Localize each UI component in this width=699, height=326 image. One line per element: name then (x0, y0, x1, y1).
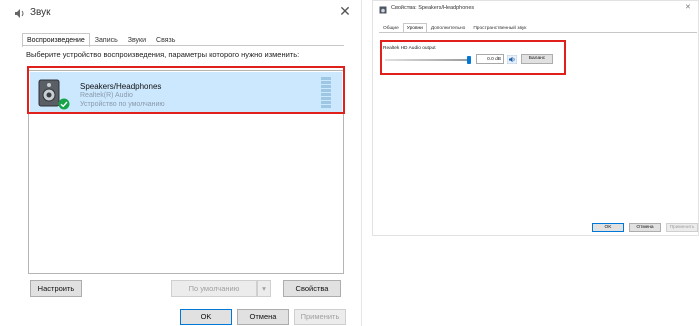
device-driver: Realtek(R) Audio (80, 92, 133, 99)
close-icon[interactable]: ✕ (338, 4, 352, 18)
instruction-text: Выберите устройство воспроизведения, пар… (26, 50, 300, 59)
set-default-button[interactable]: По умолчанию (171, 280, 257, 297)
cancel-button[interactable]: Отмена (629, 223, 661, 232)
ok-button[interactable]: OK (592, 223, 624, 232)
mute-speaker-icon[interactable] (507, 55, 517, 64)
device-name: Speakers/Headphones (80, 82, 162, 91)
volume-slider[interactable] (385, 56, 471, 64)
speaker-app-icon (15, 9, 24, 18)
configure-button[interactable]: Настроить (30, 280, 82, 297)
apply-button[interactable]: Применить (666, 223, 698, 232)
slider-track (385, 59, 471, 61)
title-bar: Звук ✕ (0, 0, 362, 26)
cancel-button[interactable]: Отмена (237, 309, 289, 325)
default-check-icon (58, 98, 70, 110)
window-title: Свойства: Speakers/Headphones (391, 5, 475, 11)
sound-dialog: Звук ✕ Воспроизведение Запись Звуки Связ… (0, 0, 362, 326)
tab-divider (22, 45, 344, 46)
slider-thumb[interactable] (467, 56, 471, 64)
chevron-down-icon[interactable]: ▾ (257, 280, 271, 297)
close-icon[interactable]: ✕ (685, 3, 691, 11)
ok-button[interactable]: OK (180, 309, 232, 325)
device-status: Устройство по умолчанию (80, 101, 165, 108)
output-level-label: Realtek HD Audio output (383, 46, 436, 51)
properties-dialog: Свойства: Speakers/Headphones ✕ Общие Ур… (372, 0, 699, 236)
balance-button[interactable]: Баланс (521, 54, 553, 64)
level-value-field[interactable]: 0.0 dB (476, 54, 504, 64)
window-title: Звук (30, 7, 51, 18)
apply-button[interactable]: Применить (294, 309, 346, 325)
speaker-app-icon (379, 6, 387, 14)
properties-button[interactable]: Свойства (283, 280, 341, 297)
level-meter (321, 77, 331, 108)
tab-divider (379, 32, 697, 33)
device-list[interactable]: Speakers/Headphones Realtek(R) Audio Уст… (28, 70, 344, 274)
device-item-speakers[interactable]: Speakers/Headphones Realtek(R) Audio Уст… (30, 72, 342, 114)
